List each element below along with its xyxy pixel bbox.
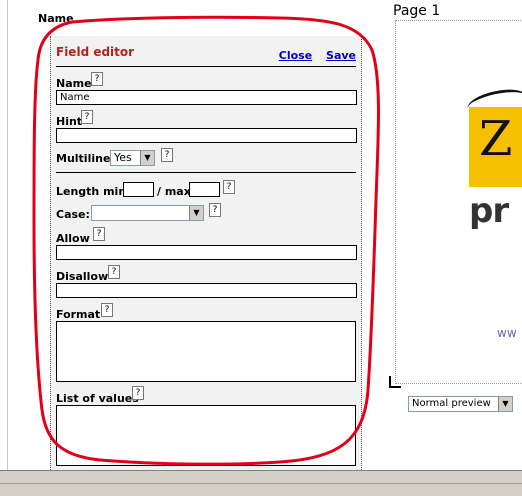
case-label: Case: [56,208,90,221]
hint-help-icon[interactable]: ? [81,110,93,124]
header-divider [56,66,356,67]
format-label: Format [56,308,101,321]
allow-label: Allow [56,232,90,245]
case-select[interactable]: ▼ [91,205,204,221]
website-text: ww [497,326,517,340]
length-min-label: Length min [56,185,127,198]
format-textarea[interactable] [56,321,356,382]
field-title: Name [38,12,74,25]
field-editor-title: Field editor [56,45,135,59]
format-help-icon[interactable]: ? [101,303,113,317]
name-label: Name [56,77,92,90]
chevron-down-icon: ▼ [189,206,203,220]
status-bar [0,470,522,496]
save-link[interactable]: Save [326,49,356,62]
logo-wordmark: pr [469,191,509,231]
header-links: Close Save [269,49,356,62]
list-of-values-help-icon[interactable]: ? [132,386,144,400]
hint-label: Hint [56,115,83,128]
status-bar-divider [0,483,522,484]
case-help-icon[interactable]: ? [209,203,221,217]
window-left-border [0,0,8,472]
logo-glyph: Z [479,111,513,167]
disallow-label: Disallow [56,270,109,283]
multiline-value: Yes [114,151,132,164]
list-of-values-label: List of values [56,392,139,405]
list-of-values-textarea[interactable] [56,405,356,466]
length-min-input[interactable] [123,182,154,197]
hint-input[interactable] [56,128,357,143]
name-help-icon[interactable]: ? [91,72,103,86]
allow-input[interactable] [56,245,357,260]
length-max-label: / max [157,185,191,198]
company-logo: Z pr [465,71,522,231]
multiline-select[interactable]: Yes ▼ [110,150,155,166]
field-editor-header: Field editor Close Save [56,44,356,66]
chevron-down-icon: ▼ [140,151,154,165]
length-max-input[interactable] [189,182,220,197]
resize-corner[interactable] [389,376,401,388]
multiline-help-icon[interactable]: ? [161,148,173,162]
close-link[interactable]: Close [279,49,312,62]
disallow-help-icon[interactable]: ? [108,265,120,279]
page-label: Page 1 [393,3,441,19]
preview-mode-select[interactable]: Normal preview ▼ [408,396,513,412]
section-divider [56,172,356,173]
length-help-icon[interactable]: ? [223,180,235,194]
name-input[interactable]: Name [56,90,357,105]
multiline-label: Multiline: [56,152,115,165]
preview-mode-value: Normal preview [412,398,491,409]
field-editor-panel: Field editor Close Save Name ? Name Hint… [50,36,362,476]
allow-help-icon[interactable]: ? [93,227,105,241]
chevron-down-icon: ▼ [498,397,512,411]
disallow-input[interactable] [56,283,357,298]
page-preview: Z pr ww [395,20,522,384]
